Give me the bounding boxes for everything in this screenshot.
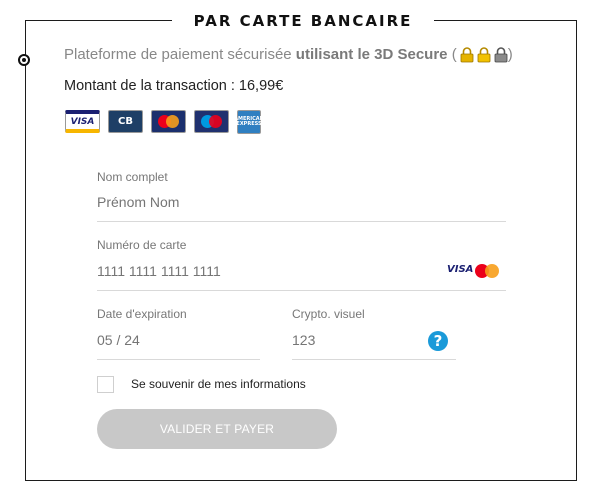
remember-label[interactable]: Se souvenir de mes informations (131, 377, 306, 391)
paren-open: ( (451, 46, 457, 63)
secure-text-prefix: Plateforme de paiement sécurisée (64, 46, 292, 63)
secure-text-bold: utilisant le 3D Secure (295, 46, 448, 63)
section-title: PAR CARTE BANCAIRE (172, 8, 434, 34)
expiry-underline (97, 359, 260, 360)
name-underline (97, 221, 506, 222)
lock-icon (494, 47, 508, 63)
name-label: Nom complet (97, 170, 168, 184)
card-logos: VISA CB AMERICAN EXPRESS (65, 110, 264, 134)
card-number-label: Numéro de carte (97, 238, 187, 252)
help-icon[interactable]: ? (428, 331, 448, 351)
lock-icon (460, 47, 474, 63)
lock-icon (477, 47, 491, 63)
visa-brand-icon: VISA (447, 264, 474, 275)
remember-checkbox[interactable] (97, 376, 114, 393)
visa-logo: VISA (65, 110, 100, 133)
lock-icons (460, 47, 508, 63)
cvv-underline (292, 359, 456, 360)
mastercard-brand-icon (475, 264, 499, 278)
cvv-label: Crypto. visuel (292, 307, 365, 321)
cb-logo: CB (108, 110, 143, 133)
card-number-underline (97, 290, 506, 291)
submit-button[interactable]: VALIDER ET PAYER (97, 409, 337, 449)
paren-close: ) (507, 46, 513, 63)
mastercard-logo (151, 110, 186, 133)
secure-platform-text: Plateforme de paiement sécurisée utilisa… (64, 46, 513, 63)
cvv-input[interactable] (292, 332, 417, 348)
payment-method-radio[interactable] (18, 54, 30, 66)
maestro-logo (194, 110, 229, 133)
card-number-input[interactable] (97, 263, 437, 279)
amex-logo: AMERICAN EXPRESS (234, 110, 264, 134)
transaction-amount: Montant de la transaction : 16,99€ (64, 78, 284, 94)
expiry-label: Date d'expiration (97, 307, 187, 321)
expiry-input[interactable] (97, 332, 257, 348)
name-input[interactable] (97, 194, 502, 210)
